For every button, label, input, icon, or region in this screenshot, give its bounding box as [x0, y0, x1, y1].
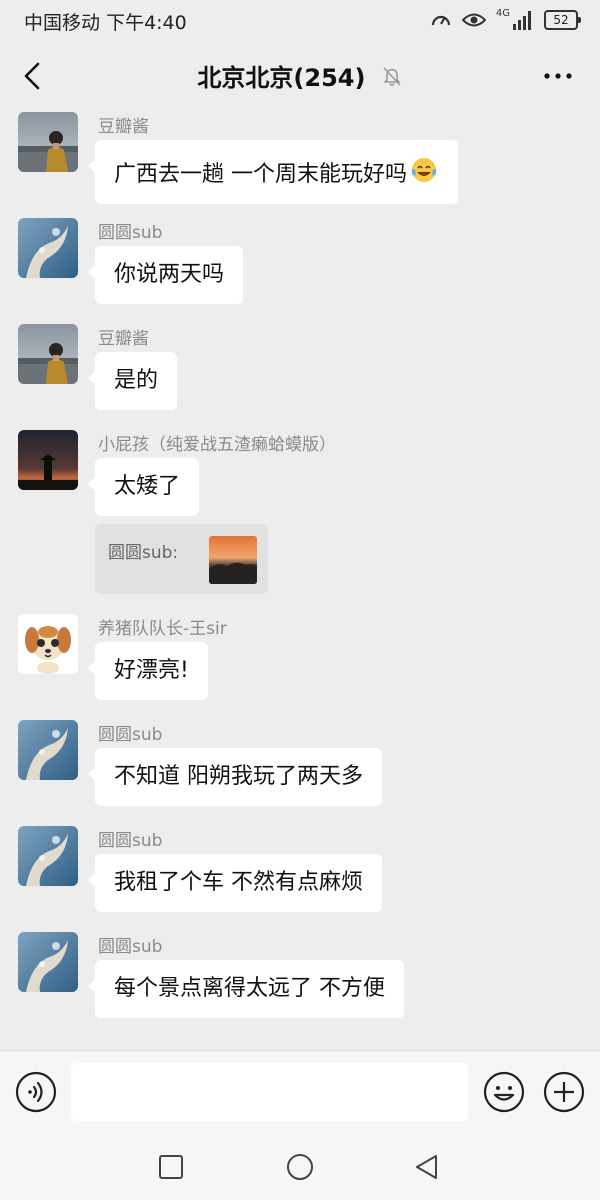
- message-bubble[interactable]: 广西去一趟 一个周末能玩好吗: [88, 140, 458, 204]
- message-text: 每个景点离得太远了 不方便: [114, 976, 385, 1001]
- voice-icon: [15, 1071, 57, 1113]
- avatar-water-splash[interactable]: [18, 218, 78, 278]
- title-wrap: 北京北京(254): [0, 58, 600, 93]
- sender-name: 圆圆sub: [98, 725, 163, 745]
- avatar-water-splash[interactable]: [18, 826, 78, 886]
- battery-icon: 52: [544, 10, 581, 30]
- message-text: 广西去一趟 一个周末能玩好吗: [114, 162, 407, 187]
- message-bubble[interactable]: 每个景点离得太远了 不方便: [88, 960, 404, 1018]
- title-bar: 北京北京(254): [0, 40, 600, 112]
- message-bubble[interactable]: 是的: [87, 352, 178, 410]
- eye-icon: [461, 13, 486, 27]
- sender-name: 养猪队队长-王sir: [98, 619, 227, 639]
- chat-title: 北京北京(254): [197, 64, 366, 92]
- avatar-cartoon-dog[interactable]: [18, 614, 78, 674]
- quote-text: 圆圆sub:: [108, 543, 179, 563]
- laughing-tears-emoji-icon: [411, 158, 437, 182]
- status-time: 下午4:40: [106, 12, 187, 34]
- ellipsis-icon: [544, 73, 572, 79]
- status-bar: 中国移动 下午4:40 4G 52: [0, 0, 600, 40]
- voice-button[interactable]: [15, 1071, 57, 1113]
- signal-icon: [513, 11, 531, 30]
- status-right: 4G 52: [430, 8, 581, 32]
- message-text: 是的: [114, 368, 159, 393]
- message-text: 你说两天吗: [114, 262, 225, 287]
- circle-icon: [287, 1154, 313, 1180]
- network-type: 4G: [495, 8, 510, 19]
- speedometer-icon: [431, 15, 450, 26]
- home-button[interactable]: [284, 1151, 316, 1183]
- avatar-water-splash[interactable]: [18, 932, 78, 992]
- message-bubble[interactable]: 我租了个车 不然有点麻烦: [88, 854, 382, 912]
- quote-image-thumbnail[interactable]: [209, 536, 257, 584]
- sender-name: 豆瓣酱: [98, 329, 149, 349]
- triangle-left-icon: [416, 1155, 437, 1179]
- message-text: 我租了个车 不然有点麻烦: [114, 870, 363, 895]
- sender-name: 豆瓣酱: [98, 117, 149, 137]
- sender-name: 圆圆sub: [98, 937, 163, 957]
- carrier-name: 中国移动: [24, 12, 101, 34]
- sender-name: 圆圆sub: [98, 831, 163, 851]
- bell-off-icon: [382, 66, 401, 86]
- chat-screen: 中国移动 下午4:40 4G 52 北京北京(254) 豆瓣酱 广西去一趟 一个…: [0, 0, 600, 1200]
- quoted-message[interactable]: 圆圆sub:: [95, 524, 268, 594]
- message-text: 好漂亮!: [114, 658, 189, 683]
- emoji-button[interactable]: [483, 1071, 525, 1113]
- square-icon: [159, 1155, 183, 1179]
- smiley-icon: [483, 1071, 525, 1113]
- avatar-man-by-lake[interactable]: [18, 112, 78, 172]
- input-bar: [0, 1050, 600, 1135]
- message-bubble[interactable]: 不知道 阳朔我玩了两天多: [88, 748, 382, 806]
- message-bubble[interactable]: 你说两天吗: [87, 246, 244, 304]
- battery-level: 52: [553, 13, 569, 27]
- more-functions-button[interactable]: [543, 1071, 585, 1113]
- avatar-man-by-lake[interactable]: [18, 324, 78, 384]
- message-list[interactable]: 豆瓣酱 广西去一趟 一个周末能玩好吗 圆圆sub 你说两天吗 豆瓣酱 是的 小屁…: [0, 112, 600, 1050]
- plus-circle-icon: [543, 1071, 585, 1113]
- status-left: 中国移动 下午4:40: [24, 8, 187, 35]
- message-bubble[interactable]: 太矮了: [87, 458, 200, 516]
- sender-name: 圆圆sub: [98, 223, 163, 243]
- message-input[interactable]: [71, 1063, 468, 1121]
- message-bubble[interactable]: 好漂亮!: [88, 642, 208, 700]
- more-button[interactable]: [538, 58, 578, 94]
- avatar-sunset-tower[interactable]: [18, 430, 78, 490]
- back-nav-button[interactable]: [411, 1151, 443, 1183]
- system-nav-bar: [0, 1135, 600, 1200]
- recent-apps-button[interactable]: [155, 1151, 187, 1183]
- message-text: 不知道 阳朔我玩了两天多: [114, 764, 363, 789]
- sender-name: 小屁孩（纯爱战五渣癞蛤蟆版）: [98, 435, 336, 455]
- avatar-water-splash[interactable]: [18, 720, 78, 780]
- message-text: 太矮了: [114, 474, 181, 499]
